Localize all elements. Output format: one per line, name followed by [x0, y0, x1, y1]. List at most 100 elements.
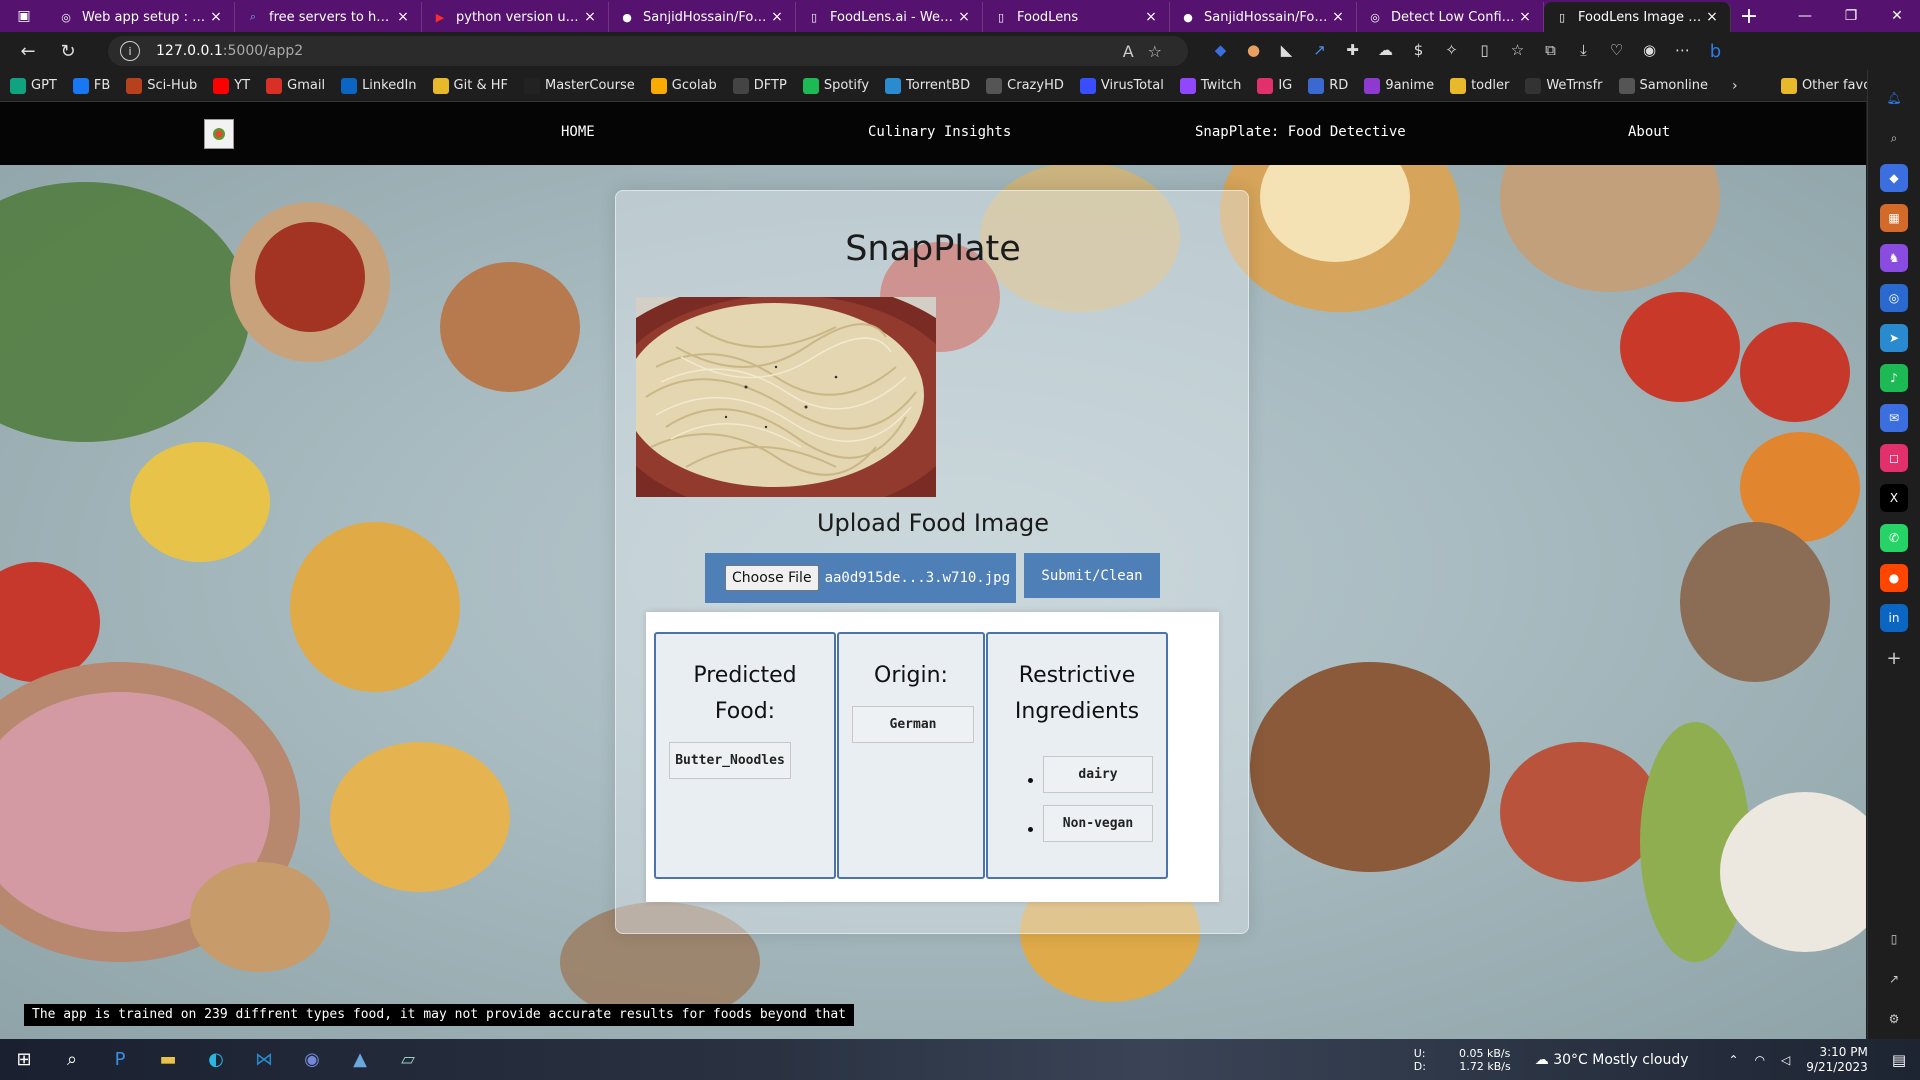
edge-icon[interactable]: ◐ — [192, 1039, 240, 1080]
messenger-icon[interactable]: ✉ — [1880, 404, 1908, 432]
telegram-icon[interactable]: ➤ — [1880, 324, 1908, 352]
bookmark-item[interactable]: YT — [213, 77, 250, 94]
close-tab-icon[interactable]: × — [956, 9, 972, 25]
bookmark-item[interactable]: 9anime — [1364, 77, 1434, 94]
close-tab-icon[interactable]: × — [769, 9, 785, 25]
site-info-icon[interactable]: i — [120, 41, 140, 61]
close-tab-icon[interactable]: × — [1143, 9, 1159, 25]
taskbar-search-icon[interactable]: ⌕ — [48, 1039, 96, 1080]
site-logo[interactable] — [204, 119, 234, 149]
hide-sidebar-icon[interactable]: ▯ — [1880, 925, 1908, 953]
profile-avatar[interactable]: ◉ — [1633, 41, 1666, 62]
volume-icon[interactable]: ◁ — [1781, 1053, 1790, 1067]
file-upload-field[interactable]: Choose File aa0d915de...3.w710.jpg — [705, 553, 1016, 603]
browser-tab[interactable]: ▯ FoodLens × — [983, 2, 1170, 32]
favorites-icon[interactable]: ☆ — [1501, 41, 1534, 62]
browser-tab[interactable]: ● SanjidHossain/FoodLens× — [1170, 2, 1357, 32]
office-icon[interactable]: ◎ — [1880, 284, 1908, 312]
extension-icon[interactable]: ✚ — [1336, 41, 1369, 62]
pycharm-icon[interactable]: P — [96, 1039, 144, 1080]
browser-tab[interactable]: ⌕ free servers to host flask× — [235, 2, 422, 32]
vscode-icon[interactable]: ⋈ — [240, 1039, 288, 1080]
performance-icon[interactable]: ♡ — [1600, 41, 1633, 62]
bookmark-item[interactable]: FB — [72, 77, 110, 94]
chevron-right-icon[interactable]: › — [1732, 78, 1738, 94]
system-clock[interactable]: 3:10 PM 9/21/2023 — [1806, 1045, 1868, 1075]
bookmark-item[interactable]: Twitch — [1179, 77, 1241, 94]
bookmark-item[interactable]: RD — [1308, 77, 1348, 94]
browser-tab[interactable]: ▯ FoodLens.ai - Web Server× — [796, 2, 983, 32]
browser-tab[interactable]: ▶ python version update× — [422, 2, 609, 32]
spotify-icon[interactable]: ♪ — [1880, 364, 1908, 392]
nav-food-detective[interactable]: SnapPlate: Food Detective — [1195, 124, 1406, 140]
submit-clean-button[interactable]: Submit/Clean — [1024, 553, 1160, 598]
browser-tab[interactable]: ◎ Detect Low Confidence× — [1357, 2, 1544, 32]
notes-icon[interactable]: ▱ — [384, 1039, 432, 1080]
bookmark-item[interactable]: Spotify — [802, 77, 869, 94]
bitwarden-icon[interactable]: ◆ — [1204, 41, 1237, 62]
extensions-icon[interactable]: ✧ — [1435, 41, 1468, 62]
collections-icon[interactable]: ⧉ — [1534, 41, 1567, 62]
browser-tab[interactable]: ● SanjidHossain/FoodLens× — [609, 2, 796, 32]
tab-actions-icon[interactable]: ▣ — [0, 0, 48, 32]
bookmark-item[interactable]: MasterCourse — [523, 77, 635, 94]
wifi-icon[interactable]: ◠ — [1755, 1053, 1765, 1067]
more-menu-icon[interactable]: ⋯ — [1666, 41, 1699, 62]
nav-about[interactable]: About — [1628, 124, 1670, 140]
windows-start-icon[interactable]: ⊞ — [0, 1039, 48, 1080]
bookmark-item[interactable]: Samonline — [1618, 77, 1708, 94]
refresh-icon[interactable]: ↻ — [48, 41, 88, 62]
bookmark-item[interactable]: GPT — [10, 77, 57, 94]
bookmark-item[interactable]: todler — [1450, 77, 1509, 94]
bookmark-item[interactable]: IG — [1257, 77, 1292, 94]
bookmark-item[interactable]: LinkedIn — [341, 77, 417, 94]
bookmark-item[interactable]: CrazyHD — [986, 77, 1064, 94]
browser-tab[interactable]: ▯ FoodLens Image App × — [1544, 2, 1731, 32]
bookmark-item[interactable]: Gcolab — [650, 77, 717, 94]
extension-icon[interactable]: ↗ — [1303, 41, 1336, 62]
instagram-icon[interactable]: ◻ — [1880, 444, 1908, 472]
split-screen-icon[interactable]: ▯ — [1468, 41, 1501, 62]
bookmark-item[interactable]: Git & HF — [432, 77, 508, 94]
close-tab-icon[interactable]: × — [1330, 9, 1346, 25]
bookmark-item[interactable]: DFTP — [732, 77, 787, 94]
close-tab-icon[interactable]: × — [1517, 9, 1533, 25]
choose-file-button[interactable]: Choose File — [725, 565, 819, 591]
restore-icon[interactable]: ❐ — [1828, 8, 1874, 24]
external-link-icon[interactable]: ↗ — [1880, 965, 1908, 993]
address-input[interactable]: i 127.0.0.1 :5000/app2 A☆ — [108, 36, 1188, 66]
new-tab-button[interactable]: + — [1731, 4, 1767, 29]
extension-icon[interactable]: ☁ — [1369, 41, 1402, 62]
nav-culinary-insights[interactable]: Culinary Insights — [868, 124, 1011, 140]
nav-home[interactable]: HOME — [561, 124, 595, 140]
games-icon[interactable]: ♞ — [1880, 244, 1908, 272]
downloads-icon[interactable]: ⤓ — [1567, 41, 1600, 62]
minimize-icon[interactable]: — — [1782, 8, 1828, 24]
bookmark-item[interactable]: Sci-Hub — [126, 77, 197, 94]
close-tab-icon[interactable]: × — [1704, 9, 1720, 25]
discord-icon[interactable]: ◉ — [288, 1039, 336, 1080]
close-tab-icon[interactable]: × — [208, 9, 224, 25]
x-icon[interactable]: X — [1880, 484, 1908, 512]
file-explorer-icon[interactable]: ▬ — [144, 1039, 192, 1080]
notification-center-icon[interactable]: ▤ — [1892, 1051, 1906, 1069]
bookmark-item[interactable]: VirusTotal — [1079, 77, 1164, 94]
close-window-icon[interactable]: ✕ — [1874, 8, 1920, 24]
tools-icon[interactable]: ▦ — [1880, 204, 1908, 232]
bookmark-item[interactable]: Gmail — [266, 77, 325, 94]
extension-icon[interactable]: ● — [1237, 41, 1270, 62]
bing-copilot-icon[interactable]: b — [1699, 41, 1732, 62]
search-icon[interactable]: ⌕ — [1880, 124, 1908, 152]
back-icon[interactable]: ← — [8, 41, 48, 62]
extension-icon[interactable]: $ — [1402, 41, 1435, 62]
whatsapp-icon[interactable]: ✆ — [1880, 524, 1908, 552]
add-sidebar-app-icon[interactable]: + — [1880, 644, 1908, 672]
bookmark-item[interactable]: WeTrnsfr — [1525, 77, 1603, 94]
shopping-icon[interactable]: ◆ — [1880, 164, 1908, 192]
close-tab-icon[interactable]: × — [582, 9, 598, 25]
tray-chevron-icon[interactable]: ⌃ — [1729, 1053, 1739, 1067]
photos-icon[interactable]: ▲ — [336, 1039, 384, 1080]
bookmark-item[interactable]: TorrentBD — [885, 77, 970, 94]
extension-icon[interactable]: ◣ — [1270, 41, 1303, 62]
reddit-icon[interactable]: ● — [1880, 564, 1908, 592]
